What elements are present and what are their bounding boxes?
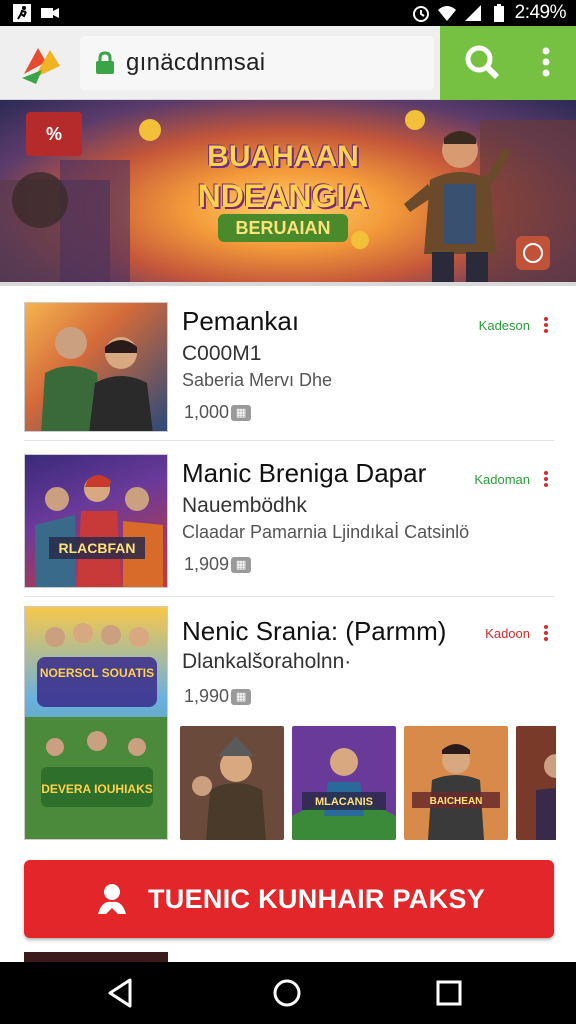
game-title: Manic Brenigа Dapar (182, 458, 427, 488)
thumb-label-top: NOERSCL SOUATIS (40, 666, 154, 680)
screenshot[interactable]: BAICHEAN (404, 726, 508, 840)
back-icon[interactable] (104, 976, 138, 1010)
download-count: 1,000 ▦ (184, 402, 252, 423)
count-badge-icon: ▦ (231, 404, 252, 421)
count-badge-icon: ▦ (231, 556, 252, 573)
lock-icon (96, 51, 114, 74)
system-nav-bar (0, 962, 576, 1024)
browser-toolbar: gınäcdnmsai (0, 26, 576, 100)
banner-play-icon[interactable] (516, 236, 550, 270)
game-subtitle: Dlankalšoraholnn· (182, 650, 352, 673)
game-title: Pemankaı (182, 306, 300, 336)
promo-banner[interactable]: % BUAHAAN NDEANGIA BERUAIAN (0, 100, 576, 286)
game-thumbnail[interactable] (24, 302, 168, 432)
download-count-value: 1,909 (184, 554, 230, 574)
thumb-label-bottom: DEVERA IOUHIAKS (41, 782, 153, 796)
screenshot-label: BAICHEAN (430, 796, 483, 807)
game-thumbnail[interactable]: RLACBFAN (24, 454, 168, 588)
list-item[interactable]: Pemankaı C000M1 Saberia Mervı Dhe 1,000 … (24, 302, 554, 442)
game-title: Nenic Srania: (Parmm) (182, 616, 447, 646)
download-count: 1,909 ▦ (184, 554, 252, 575)
screenshot-strip[interactable]: MLACANIS BAICHEAN (180, 726, 556, 840)
primary-cta-button[interactable]: TUENIC KUNHAIR PAKSY (24, 860, 554, 938)
screenshot[interactable]: MLACANIS (292, 726, 396, 840)
item-more-icon[interactable] (542, 316, 550, 334)
next-item-peek (24, 952, 168, 962)
game-subtitle: Nauembödhk (182, 494, 307, 517)
screenshot[interactable] (180, 726, 284, 840)
banner-title: BUAHAAN (207, 140, 359, 173)
list-item[interactable]: RLACBFAN Manic Brenigа Dapar Nauembödhk … (24, 454, 554, 594)
cta-label: TUENIC KUNHAIR PAKSY (148, 884, 486, 914)
game-description: Saberia Mervı Dhe (182, 370, 333, 390)
game-thumbnail[interactable]: NOERSCL SOUATIS DEVERA IOUHIAKS (24, 606, 168, 840)
banner-tag: BERUAIAN (218, 214, 348, 242)
game-subtitle: C000M1 (182, 342, 262, 365)
app-logo[interactable] (20, 44, 62, 84)
running-icon (13, 4, 31, 22)
count-badge-icon: ▦ (231, 688, 252, 705)
banner-subtitle: NDEANGIA (197, 178, 369, 214)
url-text: gınäcdnmsai (126, 49, 266, 76)
thumb-art: RLACBFAN (35, 475, 163, 587)
more-vert-icon[interactable] (534, 42, 558, 82)
game-tag[interactable]: Kadoman (474, 472, 530, 487)
signal-icon (464, 5, 481, 21)
search-icon[interactable] (462, 42, 502, 82)
battery-icon (493, 4, 504, 22)
divider (24, 440, 554, 441)
thumb-art (41, 327, 153, 431)
screenshot-label: MLACANIS (315, 796, 373, 808)
download-count: 1,990 ▦ (184, 686, 252, 707)
status-bar: 2:49% (0, 0, 576, 26)
game-tag[interactable]: Kadeson (479, 318, 530, 333)
download-count-value: 1,990 (184, 686, 230, 706)
wifi-icon (437, 6, 456, 21)
screenshot[interactable] (516, 726, 556, 840)
banner-badge: % (26, 112, 82, 156)
divider (24, 596, 554, 597)
alarm-icon (412, 6, 429, 22)
download-count-value: 1,000 (184, 402, 230, 422)
toolbar-actions (440, 26, 576, 100)
item-more-icon[interactable] (542, 624, 550, 642)
user-icon (98, 884, 126, 914)
item-more-icon[interactable] (542, 470, 550, 488)
game-description: Claadar Pamarnia Ljindıkaİ Catsinlö (182, 522, 470, 542)
home-icon[interactable] (270, 976, 304, 1010)
game-tag[interactable]: Kadoon (485, 626, 530, 641)
banner-hero-figure (404, 131, 512, 282)
recents-icon[interactable] (432, 976, 466, 1010)
video-icon (41, 8, 59, 18)
url-bar[interactable]: gınäcdnmsai (80, 36, 434, 90)
thumb-art: NOERSCL SOUATIS DEVERA IOUHIAKS (25, 623, 167, 839)
status-time: 2:49% (514, 2, 567, 23)
thumb-label: RLACBFAN (59, 540, 136, 556)
